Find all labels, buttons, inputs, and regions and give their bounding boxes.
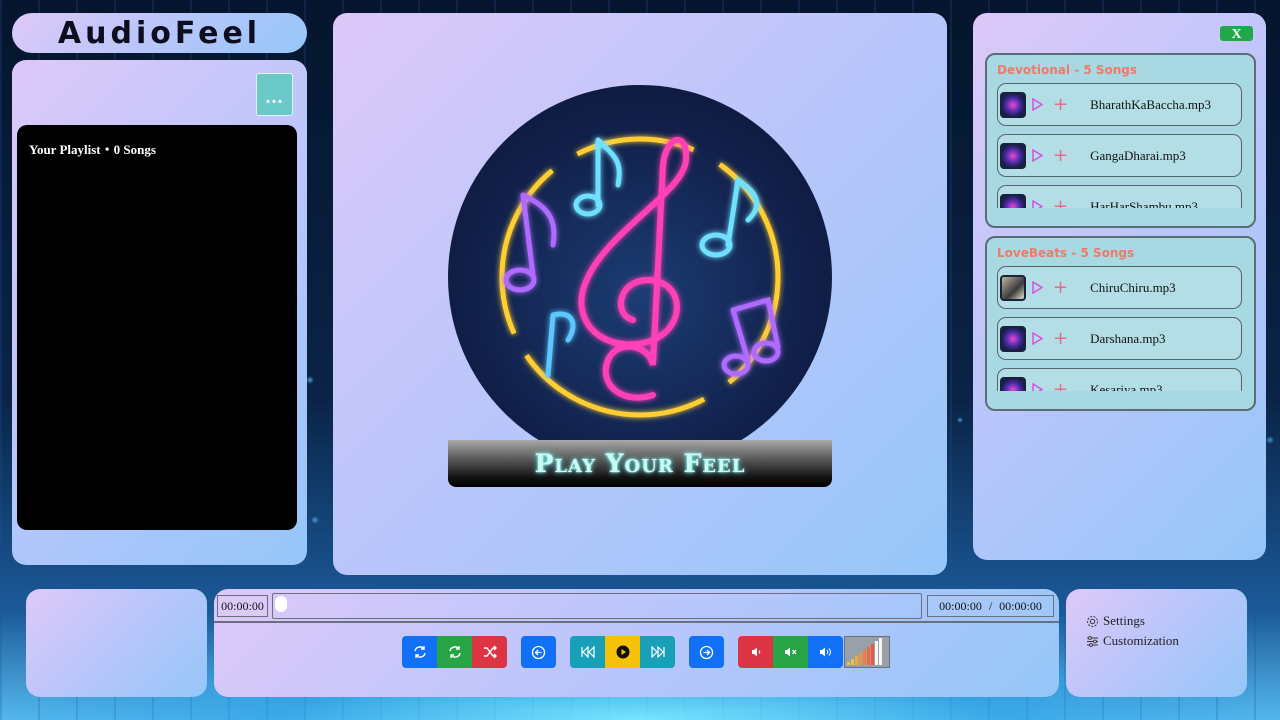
- song-name: GangaDharai.mp3: [1090, 147, 1186, 163]
- song-thumbnail: [1000, 274, 1026, 301]
- customization-link[interactable]: Customization: [1086, 631, 1227, 651]
- play-icon[interactable]: [1032, 383, 1043, 391]
- shuffle-icon: [483, 645, 497, 659]
- player-controls: 00:00:00 00:00:00 / 00:00:00: [214, 589, 1059, 697]
- app-title: AudioFeel: [57, 15, 262, 51]
- song-name: BharathKaBaccha.mp3: [1090, 96, 1212, 112]
- current-time: 00:00:00: [217, 595, 268, 617]
- fast-forward-button[interactable]: [640, 636, 675, 668]
- seek-handle[interactable]: [275, 596, 287, 612]
- time-readout: 00:00:00 / 00:00:00: [927, 595, 1054, 617]
- song-thumbnail: [1000, 325, 1026, 352]
- list-item[interactable]: + HarHarShambu.mp3: [997, 185, 1242, 208]
- mute-button[interactable]: [773, 636, 808, 668]
- play-button[interactable]: [605, 636, 640, 668]
- volume-mute-icon: [784, 647, 796, 657]
- song-thumbnail: [1000, 142, 1026, 169]
- repeat-icon: [448, 646, 461, 658]
- now-playing-info: [26, 589, 207, 697]
- play-icon[interactable]: [1032, 98, 1043, 111]
- now-playing-panel: Play Your Feel: [333, 13, 947, 575]
- play-icon[interactable]: [1032, 200, 1043, 208]
- playlist-panel: ... Your Playlist・0 Songs: [12, 60, 307, 565]
- sliders-icon: [1087, 635, 1098, 647]
- category-title: Devotional - 5 Songs: [997, 63, 1138, 77]
- shuffle-button[interactable]: [472, 636, 507, 668]
- add-icon[interactable]: +: [1053, 379, 1068, 391]
- list-item[interactable]: + GangaDharai.mp3: [997, 134, 1242, 177]
- total-time: 00:00:00: [999, 598, 1042, 613]
- category-lovebeats: LoveBeats - 5 Songs + ChiruChiru.mp3 + D…: [985, 236, 1256, 411]
- settings-panel: Settings Customization: [1066, 589, 1247, 697]
- control-buttons: [402, 636, 890, 668]
- gear-icon: [1087, 615, 1098, 627]
- skip-back-icon: [580, 646, 595, 658]
- list-item[interactable]: + Darshana.mp3: [997, 317, 1242, 360]
- repeat-one-icon: [413, 646, 426, 658]
- category-devotional: Devotional - 5 Songs + BharathKaBaccha.m…: [985, 53, 1256, 228]
- song-name: Kesariya.mp3: [1090, 381, 1163, 392]
- customization-label: Customization: [1103, 633, 1179, 648]
- playlist-list: Your Playlist・0 Songs: [17, 125, 297, 530]
- list-item[interactable]: + ChiruChiru.mp3: [997, 266, 1242, 309]
- time-separator: /: [988, 598, 993, 613]
- settings-label: Settings: [1103, 613, 1145, 628]
- song-list[interactable]: + BharathKaBaccha.mp3 + GangaDharai.mp3 …: [997, 83, 1244, 208]
- play-circle-icon: [616, 645, 629, 659]
- add-icon[interactable]: +: [1053, 196, 1068, 208]
- volume-down-button[interactable]: [738, 636, 773, 668]
- add-icon[interactable]: +: [1053, 328, 1068, 349]
- next-song-button[interactable]: [689, 636, 724, 668]
- add-icon[interactable]: +: [1053, 277, 1068, 298]
- add-icon[interactable]: +: [1053, 94, 1068, 115]
- seek-row: 00:00:00 00:00:00 / 00:00:00: [214, 589, 1059, 623]
- volume-low-icon: [751, 647, 760, 657]
- song-thumbnail: [1000, 91, 1026, 118]
- close-button[interactable]: X: [1220, 26, 1253, 42]
- library-panel: X Devotional - 5 Songs + BharathKaBaccha…: [973, 13, 1266, 560]
- volume-meter[interactable]: [844, 636, 890, 668]
- repeat-all-button[interactable]: [437, 636, 472, 668]
- repeat-one-button[interactable]: [402, 636, 437, 668]
- volume-up-button[interactable]: [808, 636, 843, 668]
- elapsed-time: 00:00:00: [939, 598, 982, 613]
- rewind-button[interactable]: [570, 636, 605, 668]
- song-thumbnail: [1000, 193, 1026, 208]
- category-title: LoveBeats - 5 Songs: [997, 246, 1135, 260]
- list-item[interactable]: + BharathKaBaccha.mp3: [997, 83, 1242, 126]
- neon-music-art: [448, 85, 832, 469]
- song-list[interactable]: + ChiruChiru.mp3 + Darshana.mp3 + Kesari…: [997, 266, 1244, 391]
- play-icon[interactable]: [1032, 281, 1043, 294]
- song-name: Darshana.mp3: [1090, 330, 1166, 346]
- play-icon[interactable]: [1032, 149, 1043, 162]
- arrow-left-circle-icon: [531, 645, 546, 659]
- volume-high-icon: [819, 647, 831, 657]
- album-art: Play Your Feel: [448, 85, 832, 487]
- skip-forward-icon: [650, 646, 665, 658]
- list-item[interactable]: + Kesariya.mp3: [997, 368, 1242, 391]
- song-thumbnail: [1000, 376, 1026, 391]
- app-logo: AudioFeel: [12, 13, 307, 53]
- arrow-right-circle-icon: [699, 645, 714, 659]
- settings-link[interactable]: Settings: [1086, 611, 1227, 631]
- more-options-button[interactable]: ...: [256, 73, 293, 116]
- previous-song-button[interactable]: [521, 636, 556, 668]
- add-icon[interactable]: +: [1053, 145, 1068, 166]
- playlist-title: Your Playlist・0 Songs: [29, 142, 156, 157]
- banner-text: Play Your Feel: [534, 449, 746, 478]
- art-banner: Play Your Feel: [448, 440, 832, 487]
- seek-bar[interactable]: [272, 593, 922, 619]
- play-icon[interactable]: [1032, 332, 1043, 345]
- song-name: ChiruChiru.mp3: [1090, 279, 1176, 295]
- song-name: HarHarShambu.mp3: [1090, 198, 1199, 209]
